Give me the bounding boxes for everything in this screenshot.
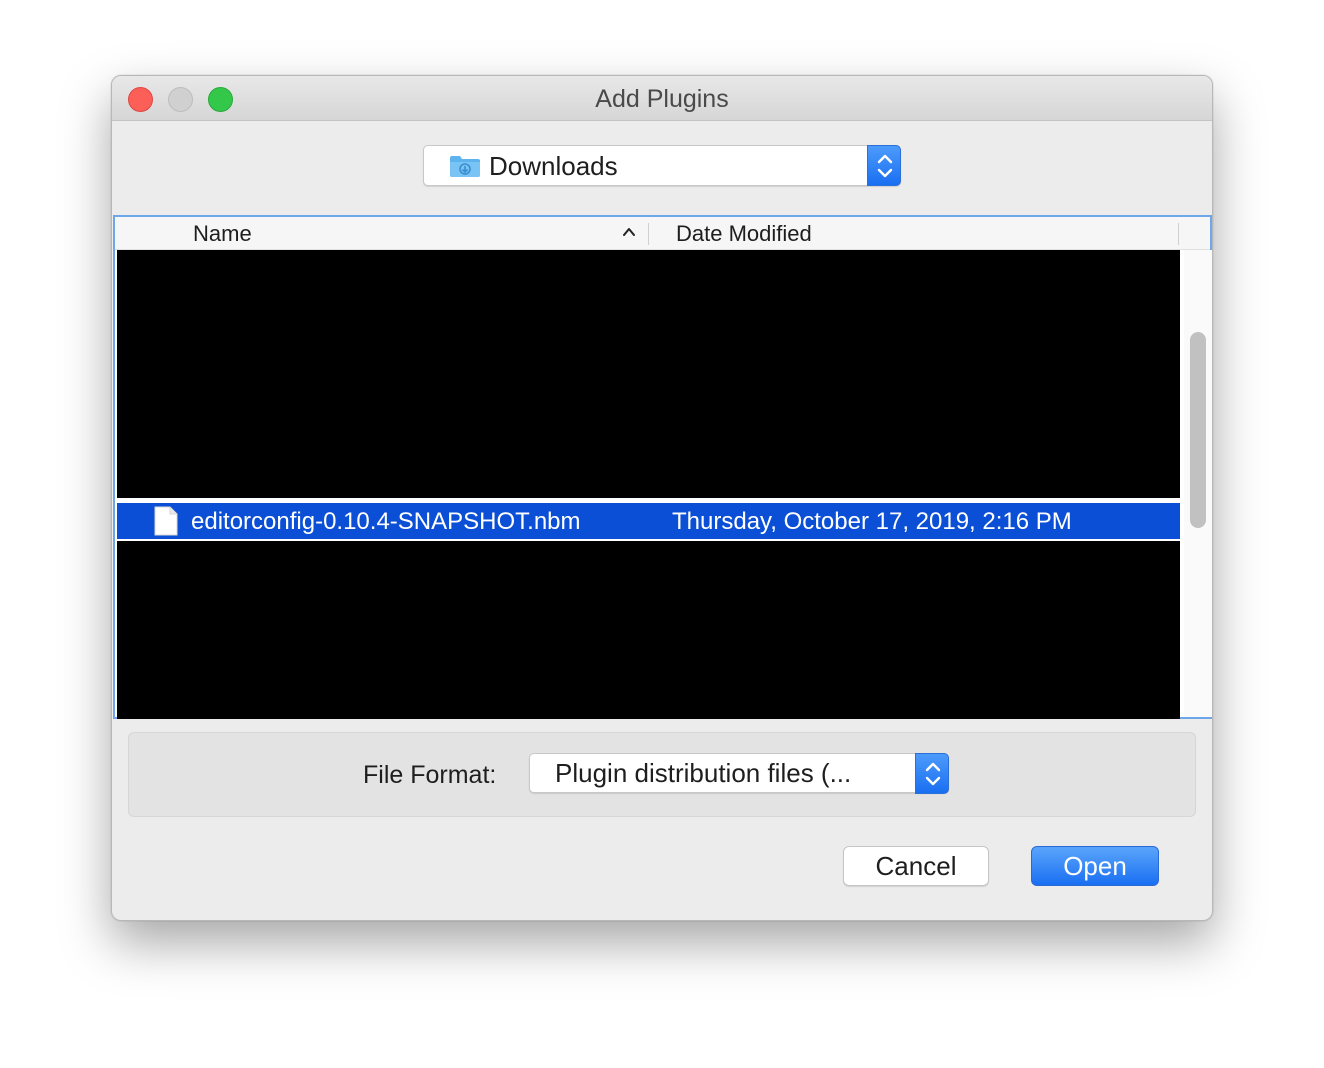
window-title: Add Plugins bbox=[595, 85, 729, 113]
file-row-selected[interactable]: editorconfig-0.10.4-SNAPSHOT.nbm Thursda… bbox=[117, 503, 1180, 539]
open-button[interactable]: Open bbox=[1031, 846, 1159, 886]
file-format-value: Plugin distribution files (... bbox=[555, 758, 852, 788]
vertical-scrollbar[interactable] bbox=[1184, 250, 1212, 717]
file-list-header: Name Date Modified bbox=[115, 217, 1210, 250]
scrollbar-thumb[interactable] bbox=[1190, 332, 1206, 528]
file-date-modified: Thursday, October 17, 2019, 2:16 PM bbox=[672, 508, 1072, 535]
file-name: editorconfig-0.10.4-SNAPSHOT.nbm bbox=[191, 508, 581, 535]
column-header-date-modified[interactable]: Date Modified bbox=[676, 221, 812, 247]
sort-ascending-icon bbox=[622, 225, 636, 244]
location-stepper[interactable] bbox=[867, 145, 901, 186]
cancel-button[interactable]: Cancel bbox=[843, 846, 989, 886]
location-label: Downloads bbox=[489, 151, 618, 181]
downloads-folder-icon bbox=[449, 154, 481, 178]
file-format-label: File Format: bbox=[363, 761, 497, 789]
add-plugins-dialog: Add Plugins Downloads Name Date Modified… bbox=[111, 75, 1213, 921]
column-separator[interactable] bbox=[1178, 223, 1179, 245]
updown-chevron-icon bbox=[925, 762, 941, 786]
document-icon bbox=[153, 506, 179, 541]
updown-chevron-icon bbox=[877, 154, 893, 178]
file-format-stepper[interactable] bbox=[915, 753, 949, 794]
column-separator[interactable] bbox=[648, 223, 649, 245]
redacted-rows-top bbox=[117, 250, 1180, 498]
location-popup[interactable]: Downloads bbox=[423, 145, 901, 186]
file-list[interactable]: Name Date Modified editorconfig-0.10.4-S… bbox=[113, 215, 1212, 719]
title-bar: Add Plugins bbox=[112, 76, 1212, 121]
file-format-popup[interactable]: Plugin distribution files (... bbox=[529, 753, 949, 794]
column-header-name[interactable]: Name bbox=[193, 221, 252, 247]
redacted-rows-bottom bbox=[117, 541, 1180, 719]
file-format-panel: File Format: Plugin distribution files (… bbox=[128, 732, 1196, 817]
